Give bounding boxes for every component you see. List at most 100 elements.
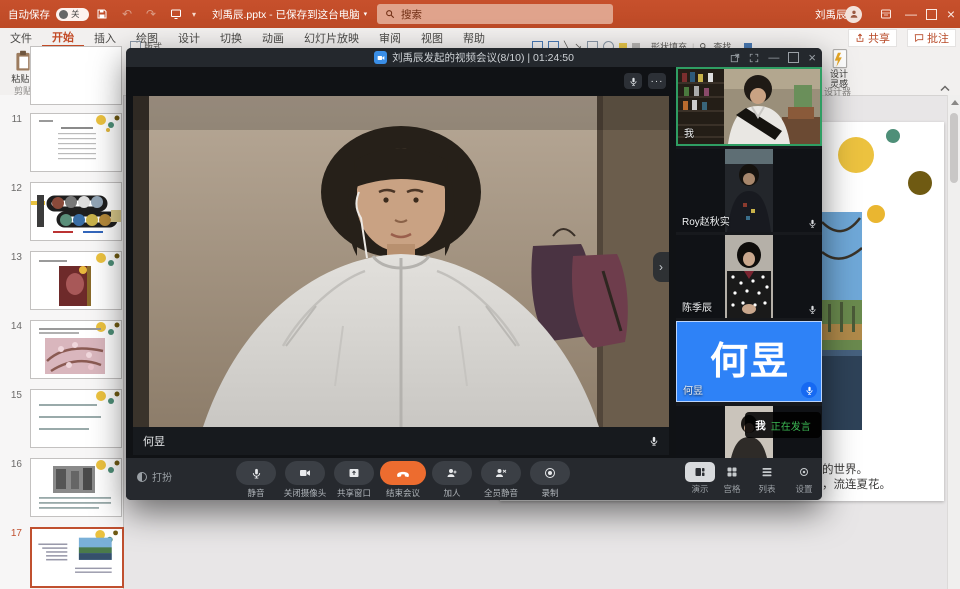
slide-thumbnail[interactable]: [30, 320, 122, 379]
participant-name: 陈季辰: [682, 299, 712, 314]
stage-mic-button[interactable]: [624, 73, 642, 89]
beauty-button[interactable]: 打扮: [136, 469, 172, 484]
meeting-close-button[interactable]: ×: [808, 50, 816, 65]
self-video-scene: [678, 69, 820, 144]
panel-collapse-handle[interactable]: ›: [653, 252, 669, 282]
share-button[interactable]: 共享: [848, 29, 897, 47]
main-video-feed: [133, 96, 669, 427]
popout-icon[interactable]: [730, 53, 740, 63]
tab-slideshow[interactable]: 幻灯片放映: [294, 28, 369, 47]
search-input[interactable]: 搜索: [377, 4, 613, 24]
slide-text-line: ，流连夏花。: [822, 476, 891, 492]
thumbnail-preview: [32, 529, 120, 584]
tab-insert[interactable]: 插入: [84, 28, 126, 47]
add-person-button[interactable]: 加人: [426, 461, 478, 499]
tab-home[interactable]: 开始: [42, 28, 84, 47]
participant-tile[interactable]: 陈季辰: [676, 235, 822, 318]
mute-all-button[interactable]: 全员静音: [475, 461, 527, 499]
slide-thumbnail-partial[interactable]: [30, 46, 122, 105]
participant-tile[interactable]: Roy赵秋实: [676, 149, 822, 232]
undo-button[interactable]: ↶: [122, 0, 132, 28]
share-window-button[interactable]: 共享窗口: [328, 461, 380, 499]
camera-off-button[interactable]: 关闭摄像头: [279, 461, 331, 499]
end-meeting-button[interactable]: 结束会议: [377, 461, 429, 499]
grid-view-icon: [726, 466, 738, 478]
view-grid-button[interactable]: 宫格: [715, 462, 749, 495]
slide-deco-circle: [838, 137, 874, 173]
presenter-button[interactable]: [170, 0, 182, 28]
meeting-title: 刘禹辰发起的视频会议(8/10) | 01:24:50: [392, 50, 574, 65]
tab-file[interactable]: 文件: [0, 28, 42, 47]
tab-design[interactable]: 设计: [168, 28, 210, 47]
slide-thumbnail[interactable]: [30, 182, 122, 241]
end-meeting-label: 结束会议: [377, 487, 429, 499]
list-view-icon: [761, 466, 773, 478]
save-button[interactable]: [96, 0, 108, 28]
beauty-label: 打扮: [152, 469, 172, 484]
participant-video: [725, 149, 773, 232]
camera-off-label: 关闭摄像头: [279, 487, 331, 499]
minimize-button[interactable]: —: [900, 0, 922, 28]
account-avatar[interactable]: [845, 0, 862, 28]
slide-thumbnail-panel[interactable]: 11 12 13: [0, 95, 124, 589]
settings-button[interactable]: 设置: [787, 462, 821, 495]
meeting-minimize-button[interactable]: —: [768, 52, 779, 64]
redo-icon: ↷: [146, 7, 156, 21]
share-screen-icon: [348, 467, 360, 479]
fullscreen-icon[interactable]: [749, 53, 759, 63]
qat-more-caret[interactable]: ▾: [192, 0, 196, 28]
participant-name: 我: [684, 125, 694, 140]
meeting-maximize-button[interactable]: [788, 52, 799, 63]
thumbnail-preview: [31, 459, 121, 516]
collapse-ribbon-icon[interactable]: [940, 85, 950, 92]
slide-thumbnail[interactable]: [30, 251, 122, 310]
ribbon-display-options-button[interactable]: [880, 0, 892, 28]
title-caret-icon[interactable]: ▾: [364, 10, 368, 18]
tab-transitions[interactable]: 切换: [210, 28, 252, 47]
slide-thumbnail[interactable]: [30, 113, 122, 172]
participant-video: [725, 235, 773, 318]
account-name[interactable]: 刘禹辰: [815, 0, 847, 28]
comments-label: 批注: [927, 30, 949, 46]
record-button[interactable]: 录制: [524, 461, 576, 499]
vertical-scrollbar[interactable]: [947, 95, 960, 589]
participant-tile-active[interactable]: 何昱 何昱: [676, 321, 822, 402]
stage-more-button[interactable]: ···: [648, 73, 666, 89]
mute-label: 静音: [230, 487, 282, 499]
gear-icon: [798, 466, 810, 478]
slide-number: 14: [4, 321, 22, 332]
meeting-stage: ···: [126, 67, 676, 500]
slide-thumbnail-selected[interactable]: [30, 527, 124, 588]
scrollbar-thumb[interactable]: [950, 113, 958, 183]
mic-icon: [629, 77, 638, 86]
record-icon: [544, 467, 556, 479]
tab-animations[interactable]: 动画: [252, 28, 294, 47]
comments-button[interactable]: 批注: [907, 29, 956, 47]
main-speaker-name: 何昱: [143, 433, 165, 449]
tab-help[interactable]: 帮助: [453, 28, 495, 47]
redo-button[interactable]: ↷: [146, 0, 156, 28]
restore-icon: [926, 9, 937, 20]
autosave-control[interactable]: 自动保存 关: [8, 0, 89, 28]
participant-tile-self[interactable]: 我: [676, 67, 822, 146]
tab-view[interactable]: 视图: [411, 28, 453, 47]
autosave-toggle[interactable]: 关: [56, 8, 89, 21]
mute-button[interactable]: 静音: [230, 461, 282, 499]
scroll-up-icon[interactable]: [951, 100, 959, 105]
slide-number: 15: [4, 390, 22, 401]
tab-review[interactable]: 审阅: [369, 28, 411, 47]
designer-button[interactable]: 设计 灵感: [822, 48, 856, 90]
slide-thumbnail[interactable]: [30, 458, 122, 517]
camera-icon: [299, 467, 311, 479]
meeting-titlebar[interactable]: 刘禹辰发起的视频会议(8/10) | 01:24:50: [126, 48, 822, 67]
speaking-tooltip: 我 正在发言: [745, 412, 821, 438]
speaking-status: 正在发言: [771, 418, 811, 433]
main-video-scene: [133, 96, 669, 427]
view-list-button[interactable]: 列表: [750, 462, 784, 495]
close-button[interactable]: ×: [940, 0, 960, 28]
settings-label: 设置: [787, 483, 821, 495]
slide-text-line: 的世界。: [822, 461, 868, 477]
slide-thumbnail[interactable]: [30, 389, 122, 448]
restore-button[interactable]: [920, 0, 942, 28]
view-presenter-button[interactable]: 演示: [683, 462, 717, 495]
